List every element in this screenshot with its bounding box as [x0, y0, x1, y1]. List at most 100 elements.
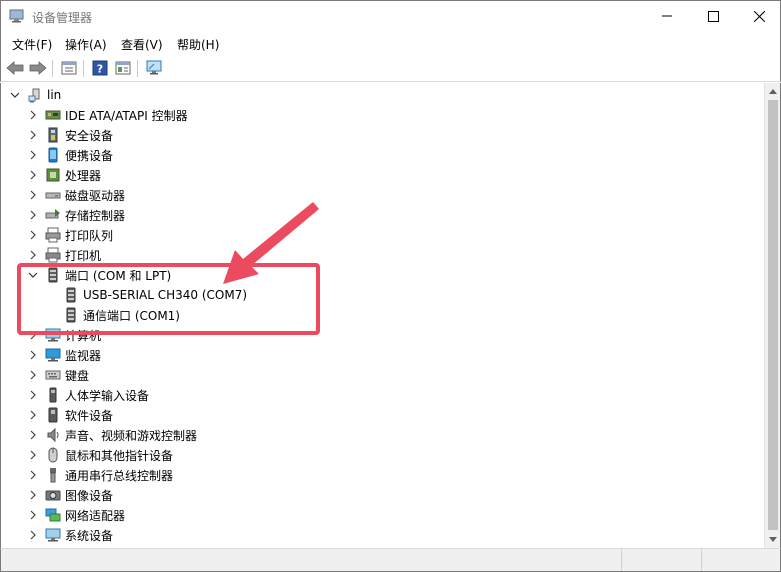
- computer-tree-icon: [27, 87, 43, 103]
- scan-view-button[interactable]: [113, 59, 133, 77]
- network-adapter-icon: [45, 507, 61, 523]
- tree-item[interactable]: 处理器: [27, 165, 101, 185]
- expand-chevron-icon[interactable]: [27, 529, 39, 541]
- scroll-up-button[interactable]: [765, 83, 781, 99]
- print-queue-icon: [45, 227, 61, 243]
- minimize-icon: [662, 15, 672, 17]
- scroll-up-icon: [769, 89, 777, 94]
- scan-hardware-button[interactable]: [144, 59, 164, 77]
- expand-chevron-icon[interactable]: [27, 409, 39, 421]
- tree-item[interactable]: 人体学输入设备: [27, 385, 149, 405]
- tree-item-label: 鼠标和其他指针设备: [65, 448, 174, 463]
- expand-chevron-icon[interactable]: [27, 169, 39, 181]
- ide-controller-icon: [45, 107, 61, 123]
- tree-item-label: 打印机: [65, 248, 102, 263]
- mouse-icon: [45, 447, 61, 463]
- forward-arrow-icon: [29, 61, 47, 75]
- tree-item[interactable]: IDE ATA/ATAPI 控制器: [27, 105, 188, 125]
- tree-item-label: 便携设备: [65, 148, 114, 163]
- expand-chevron-icon[interactable]: [27, 149, 39, 161]
- tree-item[interactable]: 磁盘驱动器: [27, 185, 125, 205]
- expand-chevron-icon[interactable]: [27, 129, 39, 141]
- tree-item-label: 键盘: [65, 368, 90, 383]
- tree-item[interactable]: 通用串行总线控制器: [27, 465, 173, 485]
- imaging-device-icon: [45, 487, 61, 503]
- scroll-down-button[interactable]: [765, 532, 781, 548]
- storage-controller-icon: [45, 207, 61, 223]
- tree-item-label: IDE ATA/ATAPI 控制器: [65, 108, 188, 123]
- portable-device-icon: [45, 147, 61, 163]
- expand-chevron-icon[interactable]: [27, 449, 39, 461]
- system-device-icon: [45, 527, 61, 543]
- maximize-button[interactable]: [690, 1, 736, 31]
- vertical-scrollbar[interactable]: [764, 83, 780, 548]
- toolbar-separator: [137, 60, 138, 77]
- keyboard-icon: [45, 367, 61, 383]
- window-title: 设备管理器: [32, 11, 93, 25]
- menu-action[interactable]: 操作(A): [65, 36, 107, 53]
- tree-item-label: 存储控制器: [65, 208, 126, 223]
- help-button[interactable]: ?: [90, 59, 110, 77]
- tree-item-label: 系统设备: [65, 528, 114, 543]
- tree-item[interactable]: 系统设备: [27, 525, 113, 545]
- expand-chevron-icon[interactable]: [27, 109, 39, 121]
- back-arrow-icon: [6, 61, 24, 75]
- tree-item-label: 监视器: [65, 348, 102, 363]
- toolbar: ?: [0, 55, 781, 82]
- svg-text:?: ?: [97, 63, 103, 76]
- scrollbar-thumb[interactable]: [768, 100, 778, 530]
- tree-item[interactable]: 网络适配器: [27, 505, 125, 525]
- expand-chevron-icon[interactable]: [27, 489, 39, 501]
- back-button[interactable]: [5, 59, 25, 77]
- annotation-arrow: [223, 202, 319, 284]
- expand-chevron-icon[interactable]: [27, 349, 39, 361]
- tree-item[interactable]: 鼠标和其他指针设备: [27, 445, 173, 465]
- menu-file[interactable]: 文件(F): [12, 36, 52, 53]
- tree-item[interactable]: 监视器: [27, 345, 101, 365]
- minimize-button[interactable]: [644, 1, 690, 31]
- expand-chevron-icon[interactable]: [27, 229, 39, 241]
- tree-item[interactable]: 图像设备: [27, 485, 113, 505]
- toolbar-separator: [52, 60, 53, 77]
- toolbar-separator: [83, 60, 84, 77]
- tree-root[interactable]: lin: [9, 85, 61, 105]
- expand-chevron-icon[interactable]: [27, 429, 39, 441]
- expand-chevron-icon[interactable]: [27, 189, 39, 201]
- tree-item[interactable]: 打印队列: [27, 225, 113, 245]
- tree-item[interactable]: 键盘: [27, 365, 89, 385]
- processor-icon: [45, 167, 61, 183]
- tree-item-label: 人体学输入设备: [65, 388, 150, 403]
- disk-drive-icon: [45, 187, 61, 203]
- scroll-down-icon: [769, 537, 777, 542]
- tree-item[interactable]: 便携设备: [27, 145, 113, 165]
- tree-item[interactable]: 存储控制器: [27, 205, 125, 225]
- expand-chevron-icon[interactable]: [27, 389, 39, 401]
- menu-view[interactable]: 查看(V): [121, 36, 163, 53]
- sound-icon: [45, 427, 61, 443]
- properties-button[interactable]: [59, 59, 79, 77]
- tree-item[interactable]: 安全设备: [27, 125, 113, 145]
- expand-chevron-icon[interactable]: [27, 509, 39, 521]
- monitor-scan-icon: [146, 60, 162, 75]
- menu-help[interactable]: 帮助(H): [177, 36, 219, 53]
- expand-chevron-icon[interactable]: [27, 209, 39, 221]
- tree-root-label: lin: [47, 88, 62, 102]
- expand-chevron-icon[interactable]: [27, 469, 39, 481]
- tree-item-label: 磁盘驱动器: [65, 188, 126, 203]
- tree-item[interactable]: 声音、视频和游戏控制器: [27, 425, 197, 445]
- menu-bar: 文件(F) 操作(A) 查看(V) 帮助(H): [0, 31, 781, 55]
- tree-item-label: 处理器: [65, 168, 102, 183]
- expand-chevron-icon[interactable]: [27, 249, 39, 261]
- usb-icon: [45, 467, 61, 483]
- expand-chevron-icon[interactable]: [27, 369, 39, 381]
- tree-item[interactable]: 打印机: [27, 245, 101, 265]
- properties-icon: [61, 61, 77, 75]
- title-bar: 设备管理器: [0, 0, 781, 31]
- tree-item[interactable]: 软件设备: [27, 405, 113, 425]
- help-icon: ?: [92, 60, 108, 76]
- forward-button[interactable]: [28, 59, 48, 77]
- collapse-chevron-icon[interactable]: [9, 89, 21, 101]
- close-button[interactable]: [736, 1, 781, 31]
- tree-item-label: 图像设备: [65, 488, 114, 503]
- status-bar: [0, 548, 781, 572]
